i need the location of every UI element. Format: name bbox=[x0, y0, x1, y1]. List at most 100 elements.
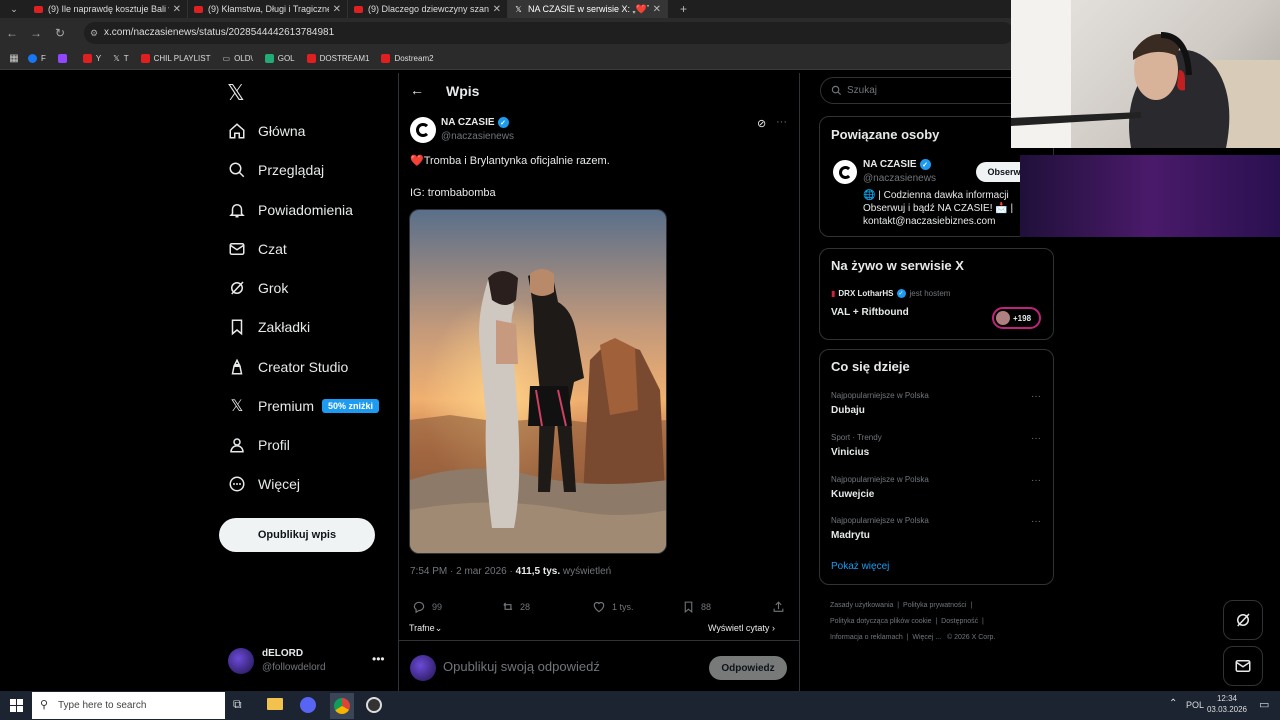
forward-icon[interactable]: → bbox=[24, 26, 48, 40]
bookmark-item[interactable]: F bbox=[28, 54, 46, 63]
bookmark-item[interactable]: Dostream2 bbox=[381, 54, 434, 63]
more-dots-icon[interactable]: ••• bbox=[372, 652, 385, 666]
trend-more-icon[interactable]: ··· bbox=[1031, 475, 1041, 486]
live-listeners[interactable]: +198 bbox=[992, 307, 1041, 329]
grok-floating-button[interactable] bbox=[1223, 600, 1263, 640]
close-tab-icon[interactable]: ✕ bbox=[333, 4, 341, 15]
apps-grid-icon[interactable]: ▦ bbox=[0, 53, 28, 64]
sidebar-item-notifications[interactable]: Powiadomienia bbox=[228, 197, 353, 223]
youtube-icon bbox=[82, 54, 92, 63]
creator-icon bbox=[228, 358, 246, 376]
author-name[interactable]: NA CZASIE ✓ bbox=[441, 117, 509, 128]
bookmark-action[interactable]: 88 bbox=[682, 600, 711, 614]
post-more-icon[interactable]: ··· bbox=[776, 116, 787, 128]
person-icon bbox=[228, 436, 246, 454]
bookmark-item[interactable]: DOSTREAM1 bbox=[306, 54, 369, 63]
browser-tab[interactable]: (9) Ile naprawdę kosztuje Bali w ✕ bbox=[28, 0, 188, 18]
post-button[interactable]: Opublikuj wpis bbox=[219, 518, 375, 552]
footer-link[interactable]: Polityka dotycząca plików cookie bbox=[830, 618, 932, 625]
taskbar-search[interactable]: ⚲ Type here to search bbox=[32, 692, 225, 719]
sidebar-item-home[interactable]: Główna bbox=[228, 118, 305, 144]
bookmark-item[interactable]: CHIL PLAYLIST bbox=[140, 54, 211, 63]
back-arrow-icon[interactable]: ← bbox=[410, 82, 424, 98]
footer-link[interactable]: Informacja o reklamach bbox=[830, 634, 903, 641]
trend-item[interactable]: Najpopularniejsze w Polska Dubaju bbox=[831, 391, 929, 416]
live-show-title[interactable]: VAL + Riftbound bbox=[831, 307, 909, 318]
bookmark-item[interactable]: 𝕏T bbox=[113, 54, 128, 63]
sidebar-item-grok[interactable]: Grok bbox=[228, 275, 288, 301]
sidebar-item-bookmarks[interactable]: Zakładki bbox=[228, 314, 310, 340]
sidebar-item-label: Więcej bbox=[258, 476, 301, 492]
trend-item[interactable]: Najpopularniejsze w Polska Madrytu bbox=[831, 516, 929, 541]
x-logo-icon[interactable]: 𝕏 bbox=[227, 80, 245, 106]
post-timestamp[interactable]: 7:54 PM · 2 mar 2026 · bbox=[410, 566, 516, 577]
like-action[interactable]: 1 tys. bbox=[592, 600, 634, 614]
na-czasie-logo-icon bbox=[838, 165, 852, 179]
sidebar-item-chat[interactable]: Czat bbox=[228, 236, 287, 262]
bookmark-item[interactable]: Y bbox=[82, 54, 101, 63]
sidebar-item-explore[interactable]: Przeglądaj bbox=[228, 157, 324, 183]
messages-floating-button[interactable] bbox=[1223, 646, 1263, 686]
bookmark-item[interactable]: GOL bbox=[264, 54, 295, 63]
reply-input[interactable]: Opublikuj swoją odpowiedź bbox=[443, 659, 600, 674]
browser-tab[interactable]: (9) Kłamstwa, Długi i Tragiczne ✕ bbox=[188, 0, 348, 18]
search-icon: ⚲ bbox=[40, 699, 49, 711]
trend-item[interactable]: Najpopularniejsze w Polska Kuwejcie bbox=[831, 475, 929, 500]
sidebar-item-label: Creator Studio bbox=[258, 359, 349, 375]
grok-explain-icon[interactable]: ⊘ bbox=[757, 117, 766, 130]
url-field[interactable]: ⚙ x.com/naczasienews/status/202854444261… bbox=[84, 22, 1014, 44]
clock[interactable]: 12:34 03.03.2026 bbox=[1206, 693, 1248, 715]
footer-link[interactable]: Więcej ... bbox=[912, 634, 941, 641]
browser-tab[interactable]: (9) Dlaczego dziewczyny szanują ✕ bbox=[348, 0, 508, 18]
footer-link[interactable]: Zasady użytkowania bbox=[830, 602, 893, 609]
trend-more-icon[interactable]: ··· bbox=[1031, 516, 1041, 527]
obs-icon[interactable] bbox=[366, 697, 382, 713]
task-view-icon[interactable]: ⧉ bbox=[233, 697, 242, 712]
live-host[interactable]: ▮ DRX LotharHS ✓ jest hostem bbox=[831, 289, 950, 298]
file-explorer-icon[interactable] bbox=[267, 698, 283, 710]
account-switcher[interactable]: dELORD @followdelord ••• bbox=[228, 648, 388, 678]
footer-link[interactable]: Dostępność bbox=[941, 618, 978, 625]
input-language[interactable]: POL bbox=[1186, 700, 1204, 710]
webcam-overlay bbox=[1011, 0, 1280, 148]
post-photo[interactable] bbox=[409, 209, 667, 554]
back-icon[interactable]: ← bbox=[0, 26, 24, 40]
author-avatar[interactable] bbox=[410, 117, 436, 143]
new-tab-button[interactable]: + bbox=[680, 2, 687, 16]
author-avatar[interactable] bbox=[833, 160, 857, 184]
close-tab-icon[interactable]: ✕ bbox=[173, 4, 181, 15]
repost-action[interactable]: 28 bbox=[500, 600, 530, 614]
chrome-taskbar-active[interactable] bbox=[330, 693, 354, 719]
share-action[interactable] bbox=[772, 600, 785, 614]
reload-icon[interactable]: ↻ bbox=[48, 26, 72, 40]
notifications-icon[interactable]: ▭ bbox=[1259, 698, 1269, 711]
sidebar-item-premium[interactable]: 𝕏 Premium 50% zniżki bbox=[228, 393, 380, 419]
bookmark-item[interactable] bbox=[57, 54, 71, 63]
trend-item[interactable]: Sport · Trendy Vinicius bbox=[831, 433, 882, 458]
close-tab-icon[interactable]: ✕ bbox=[653, 4, 661, 15]
related-name[interactable]: NA CZASIE ✓ bbox=[863, 159, 931, 170]
folder-icon: ▭ bbox=[222, 54, 231, 63]
close-tab-icon[interactable]: ✕ bbox=[493, 4, 501, 15]
start-button[interactable] bbox=[0, 691, 32, 720]
footer-link[interactable]: Polityka prywatności bbox=[903, 602, 966, 609]
sort-replies-dropdown[interactable]: Trafne⌄ bbox=[409, 623, 442, 634]
site-info-icon[interactable]: ⚙ bbox=[90, 22, 98, 44]
avatar bbox=[410, 655, 436, 681]
account-handle: @followdelord bbox=[262, 662, 326, 673]
reply-button[interactable]: Odpowiedz bbox=[709, 656, 787, 680]
reply-action[interactable]: 99 bbox=[412, 600, 442, 614]
view-quotes-link[interactable]: Wyświetl cytaty › bbox=[708, 623, 775, 633]
trend-more-icon[interactable]: ··· bbox=[1031, 433, 1041, 444]
bookmark-folder[interactable]: ▭ OLD\ bbox=[223, 54, 253, 63]
sidebar-item-profile[interactable]: Profil bbox=[228, 432, 290, 458]
youtube-icon bbox=[34, 5, 43, 13]
tab-list-button[interactable]: ⌄ bbox=[0, 0, 28, 18]
discord-icon[interactable] bbox=[300, 697, 316, 713]
browser-tab-active[interactable]: 𝕏 NA CZASIE w serwisie X: „❤️Tromba ✕ bbox=[508, 0, 668, 18]
tray-chevron-icon[interactable]: ⌃ bbox=[1169, 698, 1177, 709]
sidebar-item-more[interactable]: Więcej bbox=[228, 471, 300, 497]
trend-more-icon[interactable]: ··· bbox=[1031, 391, 1041, 402]
show-more-link[interactable]: Pokaż więcej bbox=[831, 561, 889, 572]
sidebar-item-creator-studio[interactable]: Creator Studio bbox=[228, 354, 348, 380]
